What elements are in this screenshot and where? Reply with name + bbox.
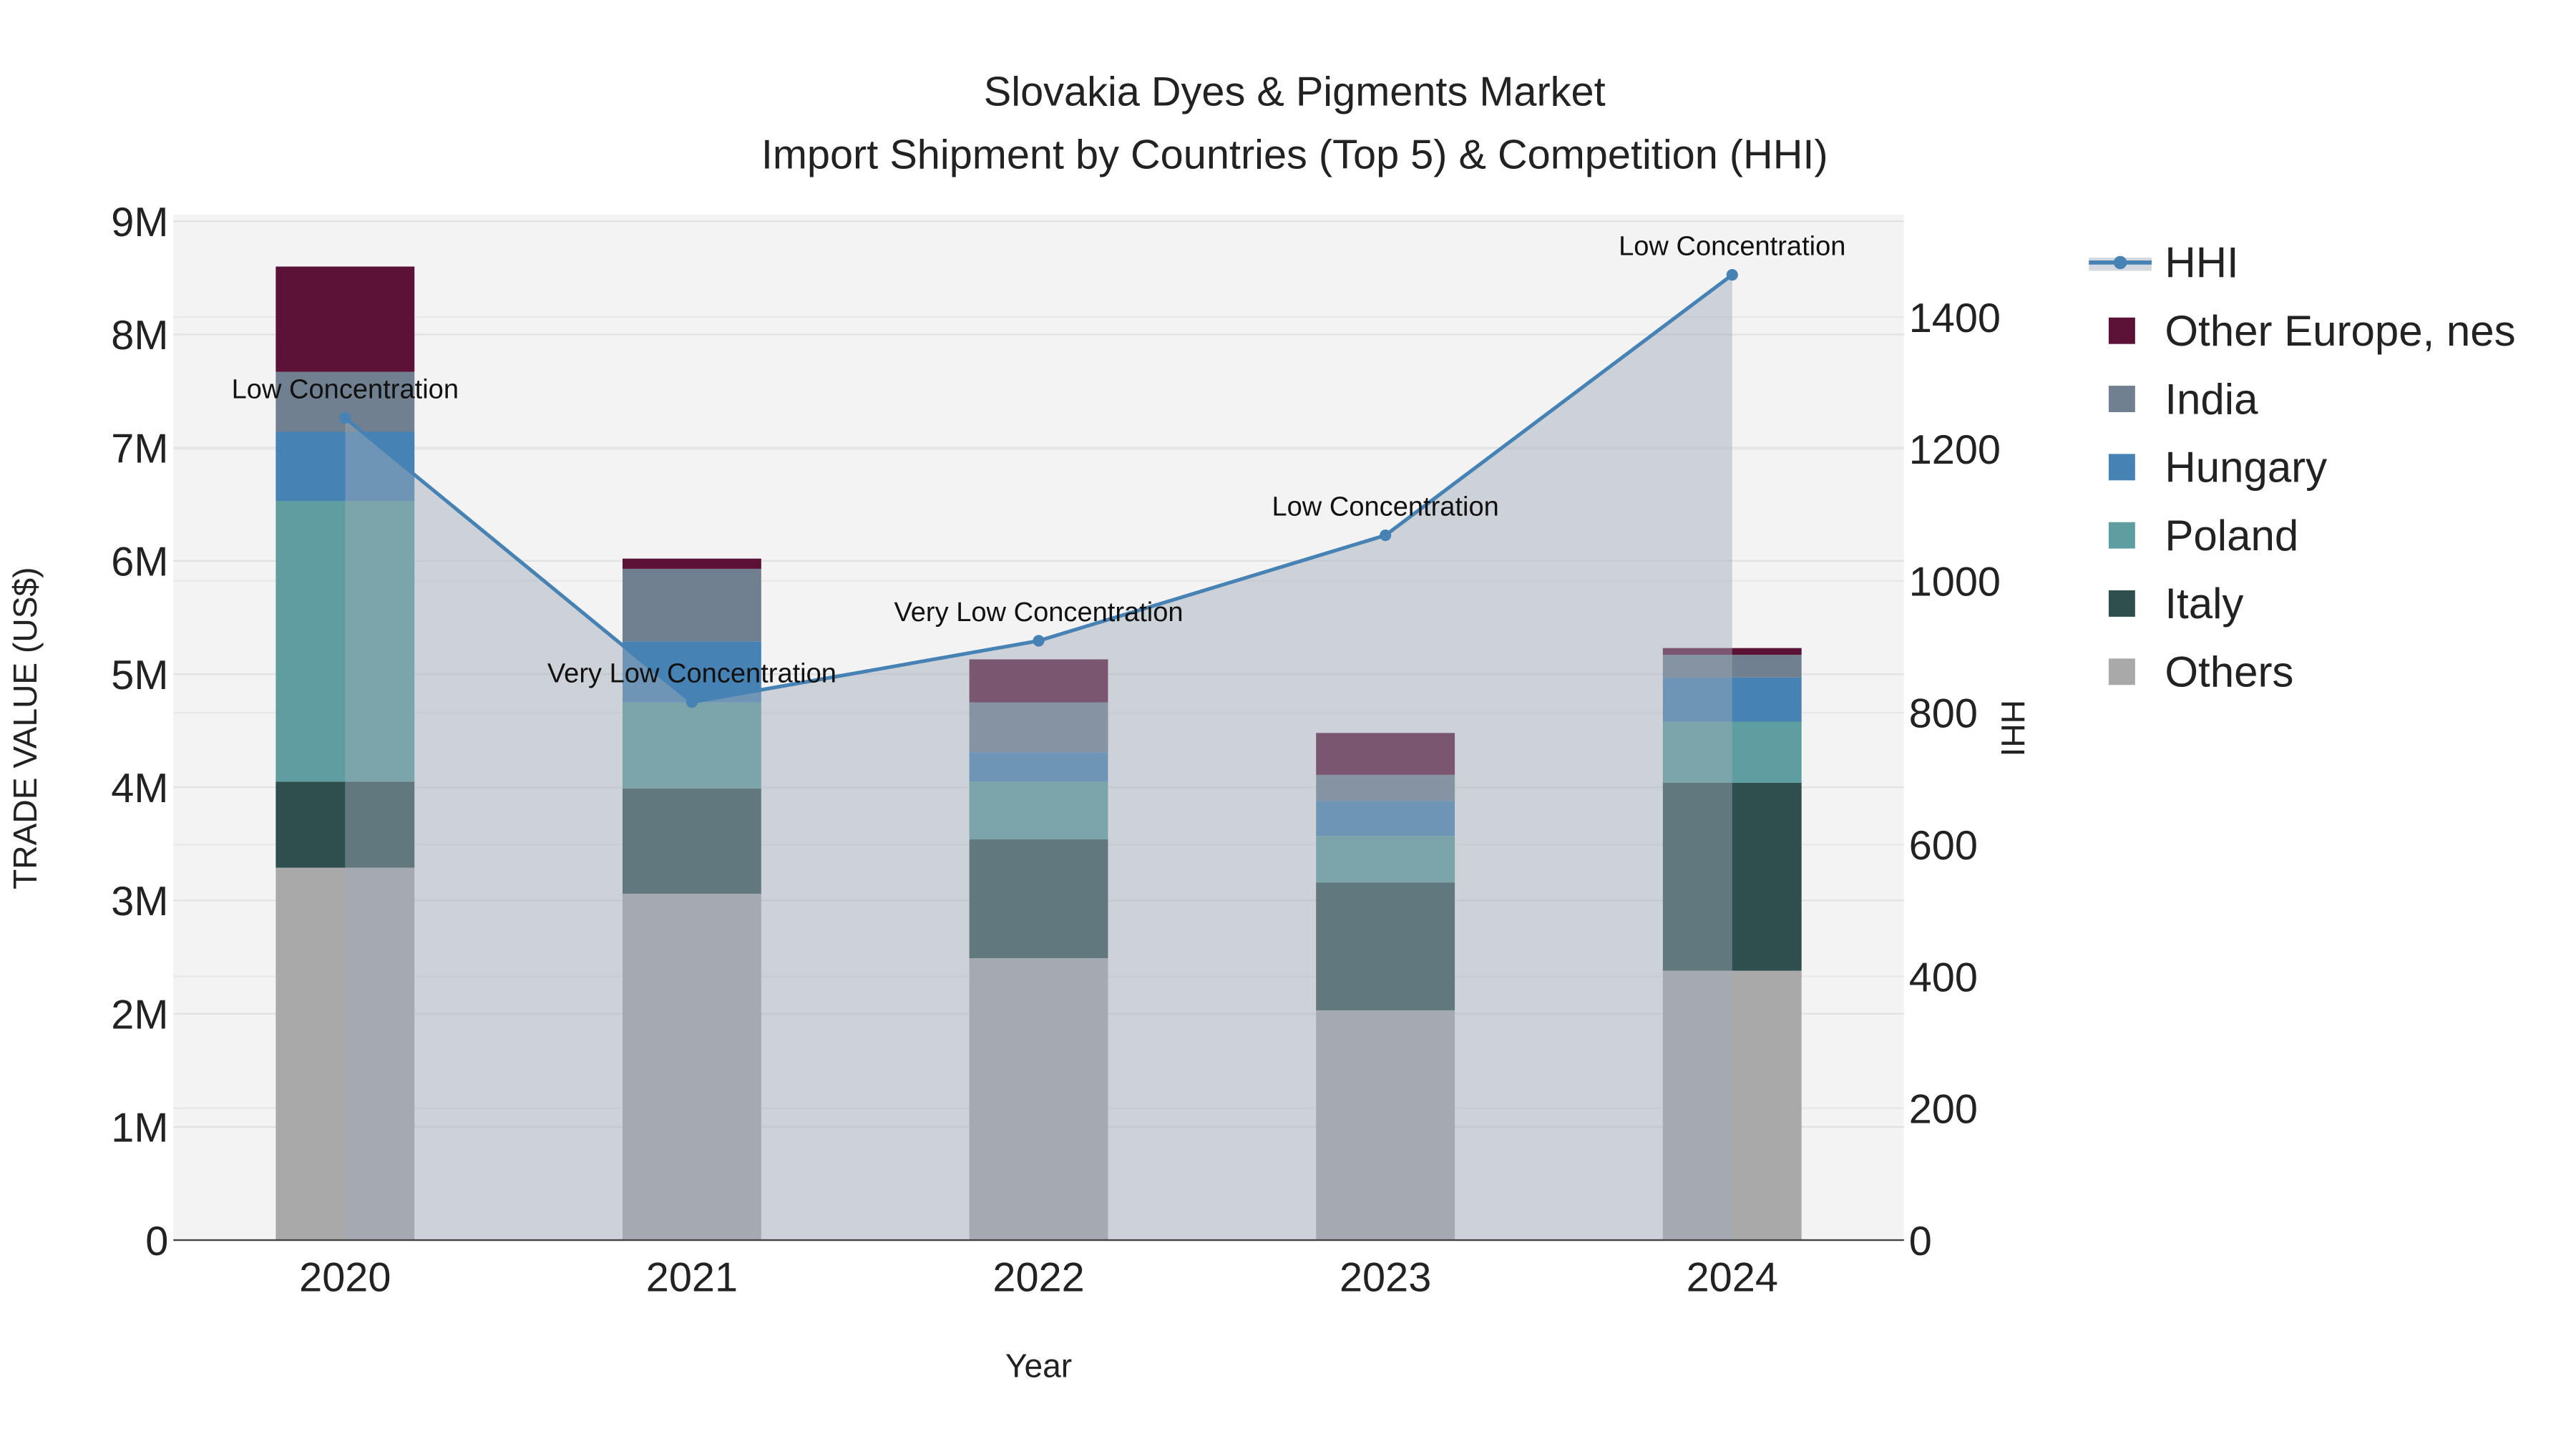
y2-tick-label: 600	[1909, 823, 1978, 869]
legend-swatch-india	[2108, 386, 2135, 412]
hhi-point-2020	[339, 411, 351, 424]
y-tick-label: 7M	[111, 426, 168, 472]
y2-axis-ticks: 0 200 400 600 800 1000 1200 1400	[1909, 296, 2001, 1264]
legend-label: Italy	[2165, 580, 2243, 628]
y2-tick-label: 1000	[1909, 559, 2001, 605]
y2-tick-label: 1200	[1909, 427, 2001, 473]
y-tick-label: 2M	[111, 992, 168, 1038]
x-tick-label: 2023	[1340, 1255, 1431, 1301]
legend-swatch-poland	[2108, 522, 2135, 549]
legend-label: India	[2165, 375, 2258, 423]
legend-swatch-hungary	[2108, 454, 2135, 481]
y-tick-label: 4M	[111, 766, 168, 811]
legend-label: Hungary	[2165, 444, 2327, 492]
legend-label: HHI	[2165, 239, 2238, 287]
y-tick-label: 6M	[111, 540, 168, 585]
y-tick-label: 1M	[111, 1106, 168, 1151]
legend: HHI Other Europe, nes India Hungary Poland It…	[2089, 239, 2516, 696]
legend-label: Others	[2165, 648, 2293, 696]
chart-title-line1: Slovakia Dyes & Pigments Market	[984, 69, 1606, 115]
y-tick-label: 3M	[111, 879, 168, 924]
y-axis-ticks: 0 1M 2M 3M 4M 5M 6M 7M 8M 9M	[111, 200, 168, 1264]
x-tick-label: 2024	[1687, 1255, 1778, 1301]
y2-tick-label: 400	[1909, 955, 1978, 1000]
chart-title-line2: Import Shipment by Countries (Top 5) & C…	[761, 132, 1828, 177]
y-tick-label: 9M	[111, 200, 168, 245]
legend-swatch-italy	[2108, 590, 2135, 617]
hhi-point-2023	[1380, 529, 1392, 542]
bar-india-2021	[623, 568, 761, 642]
y2-tick-label: 1400	[1909, 296, 2001, 341]
y-tick-label: 0	[145, 1219, 168, 1264]
chart: Low Concentration Very Low Concentration V…	[6, 69, 2516, 1385]
y2-tick-label: 0	[1909, 1219, 1932, 1264]
x-axis-ticks: 2020 2021 2022 2023 2024	[299, 1255, 1778, 1301]
bar-other-europe-nes-2021	[623, 558, 761, 569]
legend-hhi-marker	[2113, 255, 2127, 270]
y2-tick-label: 800	[1909, 691, 1978, 737]
y-tick-label: 8M	[111, 313, 168, 358]
x-tick-label: 2022	[992, 1255, 1084, 1301]
hhi-annotation-2020: Low Concentration	[232, 374, 459, 404]
legend-label: Poland	[2165, 512, 2298, 560]
hhi-annotation-2022: Very Low Concentration	[894, 597, 1183, 628]
y-axis-title: TRADE VALUE (US$)	[6, 567, 44, 889]
y-tick-label: 5M	[111, 653, 168, 698]
x-tick-label: 2020	[299, 1255, 391, 1301]
legend-swatch-other-europe-nes	[2108, 317, 2135, 344]
hhi-annotation-2021: Very Low Concentration	[547, 658, 836, 688]
legend-label: Other Europe, nes	[2165, 307, 2515, 355]
hhi-point-2024	[1726, 269, 1738, 281]
x-tick-label: 2021	[646, 1255, 738, 1301]
bar-other-europe-nes-2020	[275, 266, 415, 372]
hhi-annotation-2023: Low Concentration	[1272, 492, 1498, 522]
legend-swatch-others	[2108, 658, 2135, 686]
hhi-point-2022	[1033, 635, 1045, 647]
hhi-annotation-2024: Low Concentration	[1619, 231, 1845, 261]
y2-tick-label: 200	[1909, 1087, 1978, 1133]
y2-axis-title: HHI	[1994, 700, 2031, 756]
x-axis-title: Year	[1005, 1347, 1072, 1385]
hhi-point-2021	[686, 696, 698, 708]
